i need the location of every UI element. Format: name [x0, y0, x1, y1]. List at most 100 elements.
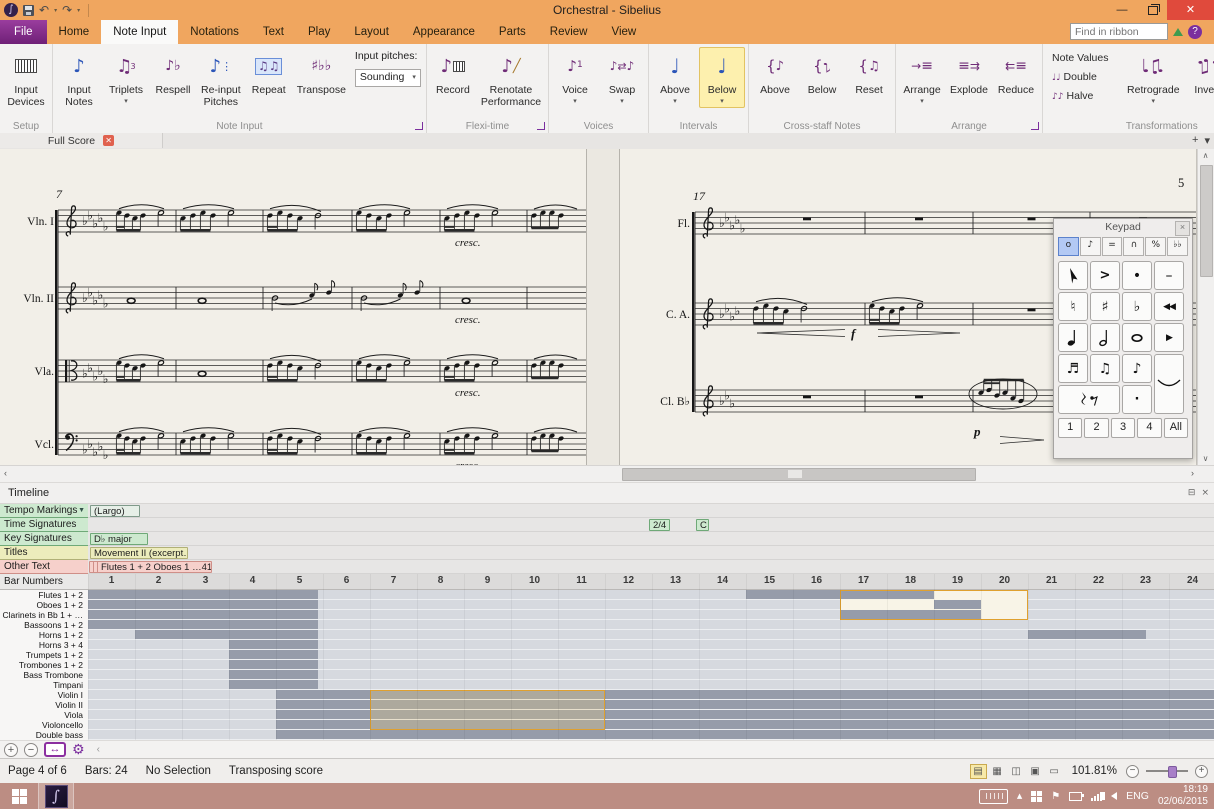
timeline-segment-clarinets-in-bb-1[interactable] [88, 610, 318, 619]
note-values-button[interactable]: Note Values [1052, 52, 1118, 64]
timeline-chip-largo[interactable]: (Largo) [90, 505, 140, 517]
above-button[interactable]: ♩Above▾ [652, 47, 698, 108]
keypad-close-icon[interactable]: × [1175, 221, 1190, 236]
keypad-key-staccato[interactable]: • [1122, 261, 1152, 290]
timeline-instrument-label-violoncello[interactable]: Violoncello [0, 720, 88, 730]
undo-dropdown-icon[interactable]: ▾ [54, 7, 57, 14]
action-center-flag-icon[interactable]: ⚑ [1051, 791, 1060, 802]
timeline-instrument-label-violin-i[interactable]: Violin I [0, 690, 88, 700]
timeline-instrument-label-violin-ii[interactable]: Violin II [0, 700, 88, 710]
keypad-key-eighth-note[interactable]: ♪ [1122, 354, 1152, 383]
keypad-tab-common-notes[interactable]: o [1058, 237, 1079, 256]
dialog-launcher-icon[interactable] [1031, 122, 1039, 130]
timeline-segment-oboes-1-2[interactable] [88, 600, 318, 609]
timeline-instrument-label-horns-1-2[interactable]: Horns 1 + 2 [0, 630, 88, 640]
keypad-key-play[interactable]: ▶ [1154, 323, 1184, 352]
timeline-close-icon[interactable]: × [1201, 483, 1209, 503]
keypad-key-rests[interactable] [1058, 385, 1120, 414]
keypad-key-tenuto[interactable]: – [1154, 261, 1184, 290]
scroll-left-icon[interactable]: ‹ [4, 468, 7, 478]
keypad-key-accent[interactable]: > [1090, 261, 1120, 290]
close-button[interactable]: ✕ [1167, 0, 1214, 20]
zoom-slider-handle[interactable] [1168, 766, 1177, 778]
timeline-settings-gear-icon[interactable]: ⚙ [72, 742, 85, 758]
vertical-scroll-thumb[interactable] [1200, 165, 1213, 277]
invert-button[interactable]: ♫♩Invert [1185, 47, 1214, 99]
dialog-launcher-icon[interactable] [415, 122, 423, 130]
score-canvas[interactable]: 7Vln. I♭♭♭♭♭cresc.Vln. II♭♭♭♭♭cresc.Vla.… [0, 149, 1198, 465]
find-in-ribbon-input[interactable] [1070, 23, 1168, 40]
timeline-instrument-label-viola[interactable]: Viola [0, 710, 88, 720]
tab-list-icon[interactable]: ▾ [1204, 134, 1210, 147]
keypad-key-mouse-pointer[interactable] [1058, 261, 1088, 290]
timeline-row-label-tempo-markings[interactable]: Tempo Markings▼ [0, 504, 88, 518]
timeline-selection-box[interactable] [840, 590, 1028, 620]
keypad-key-flat[interactable]: ♭ [1122, 292, 1152, 321]
timeline-row-label-other-text[interactable]: Other Text [0, 560, 88, 574]
timeline-instrument-label-timpani[interactable]: Timpani [0, 680, 88, 690]
reset-button[interactable]: {♫Reset [846, 47, 892, 99]
keypad-voice-1[interactable]: 1 [1058, 418, 1082, 438]
network-signal-icon[interactable] [1091, 792, 1102, 801]
scroll-down-icon[interactable]: ∨ [1198, 454, 1213, 463]
keypad-tab-jazz-articulations[interactable]: % [1145, 237, 1166, 256]
below-button[interactable]: {♪Below [799, 47, 845, 99]
timeline-chip-flutes-1-2-oboes-1-41[interactable]: Flutes 1 + 2 Oboes 1 …41… [97, 561, 212, 573]
timeline-instrument-label-double-bass[interactable]: Double bass [0, 730, 88, 740]
timeline-chip-movement-ii-excerpt[interactable]: Movement II (excerpt… [90, 547, 188, 559]
battery-icon[interactable] [1069, 792, 1082, 801]
ribbon-tab-play[interactable]: Play [296, 20, 342, 44]
timeline-segment-double-bass[interactable] [276, 730, 1214, 739]
record-button[interactable]: ♪Record [430, 47, 476, 99]
timeline-row-label-key-signatures[interactable]: Key Signatures [0, 532, 88, 546]
timeline-instrument-label-flutes-1-2[interactable]: Flutes 1 + 2 [0, 590, 88, 600]
timeline-float-icon[interactable]: ⊟ [1188, 483, 1196, 503]
score-area[interactable]: 7Vln. I♭♭♭♭♭cresc.Vln. II♭♭♭♭♭cresc.Vla.… [0, 149, 1214, 465]
timeline-zoom-in-button[interactable]: + [4, 743, 18, 757]
scroll-right-icon[interactable]: › [1191, 468, 1194, 478]
timeline-instrument-label-bass-trombone[interactable]: Bass Trombone [0, 670, 88, 680]
swap-button[interactable]: ♪⇄♪Swap▾ [599, 47, 645, 108]
timeline-fit-width-button[interactable]: ↔ [44, 742, 66, 757]
timeline-segment-timpani[interactable] [229, 680, 318, 689]
input-notes-button[interactable]: ♪Input Notes [56, 47, 102, 111]
restore-button[interactable] [1137, 0, 1167, 20]
keypad-voice-all[interactable]: All [1164, 418, 1188, 438]
redo-dropdown-icon[interactable]: ▾ [77, 7, 80, 14]
show-hidden-icons[interactable]: ▲ [1017, 792, 1022, 800]
keypad-key-natural[interactable]: ♮ [1058, 292, 1088, 321]
keypad-key-whole-note[interactable] [1122, 323, 1152, 352]
language-indicator[interactable]: ENG [1126, 790, 1149, 802]
reduce-button[interactable]: ⇇≡Reduce [993, 47, 1039, 99]
retrograde-button[interactable]: ♫♩Retrograde▾ [1123, 47, 1184, 108]
timeline-chip-d-major[interactable]: D♭ major [90, 533, 148, 545]
triplets-button[interactable]: ♫3Triplets▾ [103, 47, 149, 108]
help-icon[interactable]: ? [1188, 25, 1202, 39]
renotate-performance-button[interactable]: ♪╱Renotate Performance [477, 47, 545, 111]
keypad-tab-beams-tremolos[interactable]: = [1102, 237, 1123, 256]
dropdown-arrow-icon[interactable]: ▼ [78, 504, 85, 517]
timeline-instrument-label-trombones-1-2[interactable]: Trombones 1 + 2 [0, 660, 88, 670]
timeline-instrument-label-clarinets-in-bb-1[interactable]: Clarinets in Bb 1 + … [0, 610, 88, 620]
save-icon[interactable] [23, 5, 34, 16]
timeline-segment-horns-1-2[interactable] [135, 630, 318, 639]
timeline-collapse-icon[interactable]: ‹ [97, 744, 100, 755]
video-panel-icon[interactable]: ▭ [1046, 764, 1063, 779]
ribbon-tab-note-input[interactable]: Note Input [101, 20, 178, 44]
ribbon-tab-home[interactable]: Home [47, 20, 102, 44]
ribbon-tab-view[interactable]: View [599, 20, 648, 44]
transpose-button[interactable]: ♯♭♭Transpose [293, 47, 350, 99]
vertical-scrollbar[interactable]: ∧ ∨ [1197, 149, 1214, 465]
keypad-voice-2[interactable]: 2 [1084, 418, 1108, 438]
document-tab-full-score[interactable]: Full Score ✕ [0, 133, 163, 148]
respell-button[interactable]: ♪♭Respell [150, 47, 196, 99]
keyboard-panel-icon[interactable]: ◫ [1008, 764, 1025, 779]
keypad-key-eighth-note-beamed[interactable]: ♫ [1090, 354, 1120, 383]
find-play-icon[interactable] [1173, 28, 1183, 36]
timeline-row-label-time-signatures[interactable]: Time Signatures [0, 518, 88, 532]
timeline-segment-bassoons-1-2[interactable] [88, 620, 318, 629]
keypad-key-sixteenth-note[interactable]: ♬ [1058, 354, 1088, 383]
touch-keyboard-icon[interactable] [979, 789, 1008, 804]
timeline-segment-trumpets-1-2[interactable] [229, 650, 318, 659]
timeline-segment-flutes-1-2[interactable] [88, 590, 318, 599]
